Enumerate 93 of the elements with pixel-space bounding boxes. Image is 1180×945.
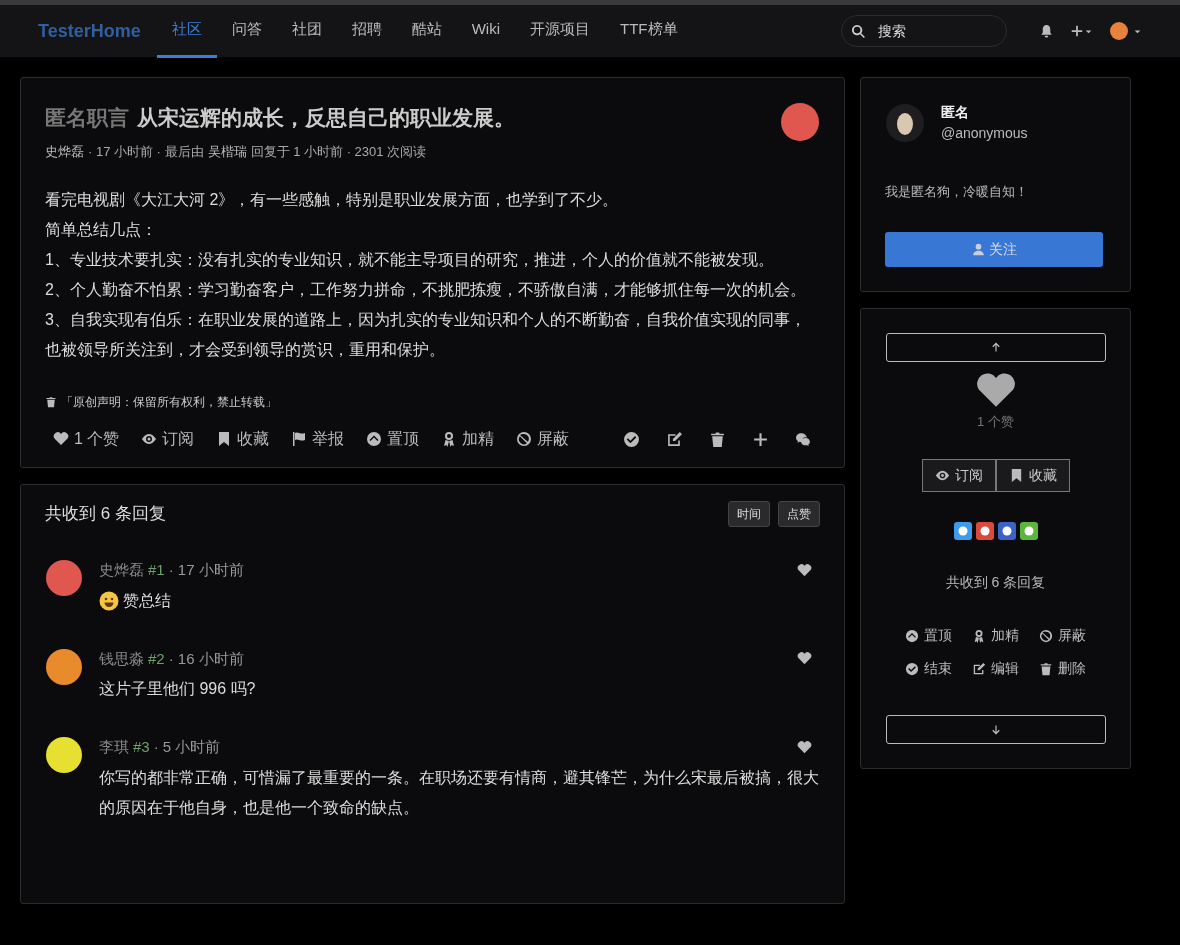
topic-meta: · 17 小时前 · 最后由: [88, 142, 204, 161]
trash-icon: [1039, 661, 1053, 676]
admin-action-button[interactable]: 结束: [905, 658, 952, 679]
user-link[interactable]: 李琪: [99, 736, 129, 759]
plus-icon: [1070, 24, 1084, 38]
topic-meta: 回复于 1 小时前 · 2301 次阅读: [250, 142, 427, 161]
nav-link[interactable]: 招聘: [336, 5, 397, 58]
author-name[interactable]: 匿名: [941, 102, 1028, 123]
topic-action-button[interactable]: 订阅: [141, 427, 195, 451]
admin-action-button[interactable]: 编辑: [972, 658, 1019, 679]
nav-link[interactable]: Wiki: [456, 5, 516, 58]
topic-action-button[interactable]: 收藏: [216, 427, 270, 451]
user-link[interactable]: 史烨磊: [45, 141, 84, 161]
avatar: [1109, 21, 1129, 41]
reply-time: · 5 小时前: [153, 737, 221, 757]
reply-time: · 17 小时前: [168, 560, 244, 580]
panel-button[interactable]: 订阅: [921, 459, 996, 492]
topic-action-button[interactable]: 置顶: [366, 427, 420, 451]
avatar[interactable]: [885, 103, 925, 143]
like-button[interactable]: [797, 739, 812, 755]
like-count: 1 个赞: [977, 412, 1014, 431]
nav-link[interactable]: 社区: [156, 5, 217, 58]
search-field[interactable]: 搜索: [841, 15, 1007, 47]
avatar[interactable]: [45, 647, 83, 686]
sort-button[interactable]: 时间: [728, 501, 770, 527]
user-link[interactable]: 史烨磊: [99, 559, 144, 582]
floor-link[interactable]: #1: [148, 559, 165, 582]
like-button[interactable]: [797, 651, 812, 667]
floor-link[interactable]: #2: [148, 647, 165, 670]
ban-icon: [516, 431, 533, 447]
reply-text: 你写的都非常正确，可惜漏了最重要的一条。在职场还要有情商，避其锋芒，为什么宋最后被搞，很大的原因在于他自身，也是他一个致命的缺点。: [99, 767, 820, 818]
edit-icon: [666, 430, 683, 448]
edit-icon: [972, 661, 986, 676]
body-paragraph: 看完电视剧《大江大河 2》，有一些感触，特别是职业发展方面，也学到了不少。: [45, 190, 620, 210]
tool-button[interactable]: [666, 430, 683, 448]
tool-button[interactable]: [752, 430, 769, 448]
nav-link[interactable]: 社团: [276, 5, 337, 58]
author-handle: @anonymous: [941, 124, 1028, 143]
scroll-up-button[interactable]: [885, 332, 1106, 362]
topic-action-button[interactable]: 1 个赞: [53, 427, 120, 451]
admin-action-button[interactable]: 置顶: [905, 625, 952, 646]
wechat-icon: [795, 430, 812, 448]
floor-link[interactable]: #3: [133, 736, 150, 759]
copyright-notice: 「原创声明：保留所有权利，禁止转载」: [61, 394, 277, 411]
user-link[interactable]: 钱思淼: [99, 647, 144, 670]
plus-icon: [752, 430, 769, 448]
heart-icon: [797, 651, 812, 667]
scroll-down-button[interactable]: [885, 715, 1106, 744]
nav-link[interactable]: 问答: [216, 5, 277, 58]
user-icon: [971, 242, 985, 256]
tool-button[interactable]: [795, 430, 812, 448]
nav-link[interactable]: TTF榜单: [605, 5, 693, 58]
avatar[interactable]: [45, 736, 83, 774]
new-menu-button[interactable]: [1070, 24, 1093, 38]
search-icon: [851, 24, 866, 39]
replies-title: 共收到 6 条回复: [45, 503, 166, 526]
topic-action-button[interactable]: 加精: [441, 427, 495, 451]
like-button[interactable]: [797, 562, 812, 578]
topic-title: 从宋运辉的成长，反思自己的职业发展。: [137, 105, 515, 131]
heart-icon: [797, 739, 812, 755]
eye-icon: [141, 431, 158, 447]
body-paragraph: 2、个人勤奋不怕累：学习勤奋客户，工作努力拼命，不挑肥拣瘦，不骄傲自满，才能够抓住每一次的机会。: [45, 280, 807, 300]
body-paragraph: 1、专业技术要扎实：没有扎实的专业知识，就不能主导项目的研究，推进，个人的价值就不能被发现。: [45, 250, 775, 270]
user-menu-button[interactable]: [1109, 21, 1142, 41]
reply-text: 赞总结: [123, 590, 171, 611]
ban-icon: [1039, 628, 1053, 643]
reply-text: 这片子里他们 996 吗?: [99, 679, 256, 699]
reply-count: 共收到 6 条回复: [945, 573, 1046, 592]
body-paragraph: 3、自我实现有伯乐：在职业发展的道路上，因为扎实的专业知识和个人的不断勤奋，自我价值实现的同事，也被领导所关注到，才会受到领导的赏识，重用和保护。: [45, 310, 807, 360]
bell-icon: [1039, 23, 1054, 39]
award-icon: [972, 628, 986, 643]
flag-icon: [291, 431, 308, 447]
topic-action-button[interactable]: 举报: [291, 427, 345, 451]
reply-time: · 16 小时前: [168, 648, 244, 669]
admin-action-button[interactable]: 删除: [1039, 658, 1086, 679]
body-paragraph: 简单总结几点：: [45, 220, 158, 240]
nav-link[interactable]: 酷站: [396, 5, 457, 58]
eye-icon: [934, 468, 950, 483]
heart-icon: [797, 562, 812, 578]
topic-action-button[interactable]: 屏蔽: [516, 427, 570, 451]
arrow-down-icon: [989, 723, 1002, 736]
author-bio: 我是匿名狗，冷暖自知！: [885, 183, 1029, 201]
admin-action-button[interactable]: 屏蔽: [1039, 625, 1086, 646]
heart-icon: [53, 431, 69, 447]
nav-link[interactable]: 开源项目: [515, 5, 606, 58]
topic-category[interactable]: 匿名职言: [45, 102, 129, 134]
trash-icon: [709, 430, 726, 448]
panel-button[interactable]: 收藏: [995, 459, 1070, 492]
admin-action-button[interactable]: 加精: [972, 625, 1019, 646]
user-link[interactable]: 吴楷瑞: [207, 141, 247, 161]
tool-button[interactable]: [709, 430, 726, 448]
tool-button[interactable]: [623, 430, 640, 448]
sort-button[interactable]: 点赞: [778, 501, 820, 527]
